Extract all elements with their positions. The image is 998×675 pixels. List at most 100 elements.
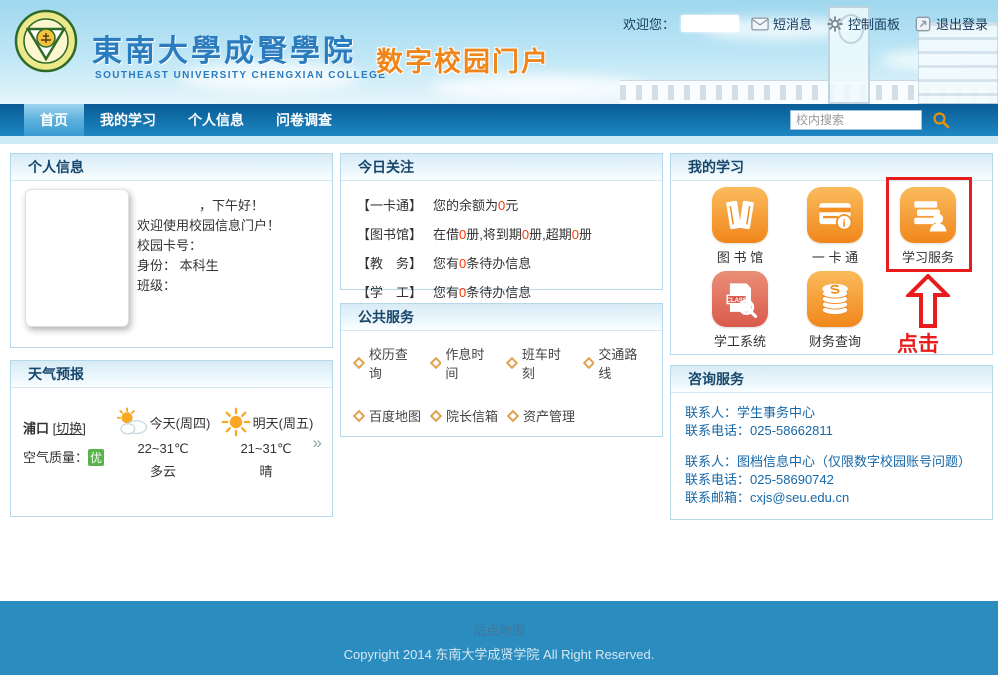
today-focus-tag: 【图书馆】	[357, 224, 433, 243]
weather-desc: 晴	[216, 461, 316, 480]
today-text: 条待办信息	[466, 256, 531, 271]
public-service-label: 交通路线	[598, 344, 650, 382]
study-tile-icon	[900, 187, 956, 243]
today-text: 册	[579, 227, 592, 242]
app-tile-学工系统[interactable]: 学工系统	[699, 271, 781, 350]
city-label: 浦口	[23, 421, 49, 436]
today-focus-row: 【教 务】您有0条待办信息	[357, 253, 646, 272]
building-decoration	[918, 22, 998, 104]
today-text: 您的余额为	[433, 198, 498, 213]
header-action-label: 退出登录	[936, 14, 988, 33]
public-service-label: 资产管理	[523, 406, 575, 425]
class-tile-icon	[712, 271, 768, 327]
card-tile-icon	[807, 187, 863, 243]
app-tile-label: 学工系统	[699, 331, 781, 350]
weather-day-name: 今天(周四)	[150, 413, 211, 432]
consult-contact-groups: 联系人：学生事务中心联系电话：025-58662811 联系人：图档信息中心（仅限…	[671, 393, 992, 506]
weather-panel: 天气预报 浦口 [切换] 空气质量：优 今天(周四)22~31℃多云明天(周五)…	[10, 360, 333, 517]
app-tile-图书馆[interactable]: 图 书 馆	[699, 187, 781, 266]
contact-line: 联系人：图档信息中心（仅限数字校园账号问题）	[685, 454, 978, 470]
weather-more-arrow[interactable]: »	[313, 433, 322, 453]
public-service-label: 院长信箱	[446, 406, 498, 425]
user-bar: 欢迎您： 短消息控制面板 退出登录	[623, 14, 988, 33]
today-text: 元	[505, 198, 518, 213]
public-service-link-作息时间[interactable]: 作息时间	[430, 344, 498, 382]
today-text: 在借	[433, 227, 459, 242]
public-service-link-校历查询[interactable]: 校历查询	[353, 344, 421, 382]
message-icon	[751, 16, 769, 32]
message-button[interactable]: 短消息	[751, 14, 812, 33]
banner: 東南大學成賢學院 SOUTHEAST UNIVERSITY CHENGXIAN …	[0, 0, 998, 104]
nav-tab-我的学习[interactable]: 我的学习	[84, 104, 172, 136]
app-tile-label: 财务查询	[794, 331, 876, 350]
diamond-icon	[507, 410, 519, 422]
public-service-link-百度地图[interactable]: 百度地图	[353, 406, 421, 425]
portal-title: 数字校园门户	[376, 40, 550, 79]
public-service-link-班车时刻[interactable]: 班车时刻	[506, 344, 574, 382]
class-icon	[718, 277, 762, 321]
campus-search	[790, 110, 950, 130]
contact-line: 联系邮箱：cxjs@seu.edu.cn	[685, 490, 978, 506]
contact-group: 联系人：图档信息中心（仅限数字校园账号问题）联系电话：025-58690742联…	[685, 454, 978, 506]
logout-button[interactable]: 退出登录	[914, 14, 988, 33]
public-services-title: 公共服务	[341, 304, 662, 331]
today-focus-rows: 【一卡通】您的余额为0元【图书馆】在借0册,将到期0册,超期0册【教 务】您有0…	[341, 181, 662, 301]
logout-icon	[914, 16, 932, 32]
main-nav: 首页我的学习个人信息问卷调查	[0, 104, 998, 136]
public-service-link-交通路线[interactable]: 交通路线	[583, 344, 651, 382]
copyright-text: Copyright 2014 东南大学成贤学院 All Right Reserv…	[0, 644, 998, 663]
diamond-icon	[583, 357, 595, 369]
today-focus-row: 【学 工】您有0条待办信息	[357, 282, 646, 301]
air-quality-label: 空气质量：	[23, 450, 88, 465]
gear-button[interactable]: 控制面板	[826, 14, 900, 33]
switch-city-link[interactable]: [切换]	[53, 421, 86, 436]
app-tile-财务查询[interactable]: 财务查询	[794, 271, 876, 350]
weather-title: 天气预报	[11, 361, 332, 388]
today-focus-tag: 【学 工】	[357, 282, 433, 301]
today-focus-row: 【一卡通】您的余额为0元	[357, 195, 646, 214]
app-tile-一卡通[interactable]: 一 卡 通	[794, 187, 876, 266]
header-action-label: 短消息	[773, 14, 812, 33]
books-tile-icon	[712, 187, 768, 243]
study-icon	[906, 193, 950, 237]
suncloud-icon	[116, 407, 150, 437]
today-text: 您有	[433, 256, 459, 271]
public-service-label: 百度地图	[369, 406, 421, 425]
today-focus-panel: 今日关注 【一卡通】您的余额为0元【图书馆】在借0册,将到期0册,超期0册【教 …	[340, 153, 663, 290]
today-text: 册,超期	[529, 227, 572, 242]
diamond-icon	[430, 410, 442, 422]
personal-info-lines: 校园卡号：身份： 本科生班级：	[137, 236, 326, 296]
contact-group: 联系人：学生事务中心联系电话：025-58662811	[685, 405, 978, 439]
nav-tab-首页[interactable]: 首页	[24, 104, 84, 136]
personal-info-line: 校园卡号：	[137, 236, 326, 256]
search-icon[interactable]	[932, 111, 950, 129]
card-icon	[813, 193, 857, 237]
weather-temp: 21~31℃	[216, 441, 316, 457]
welcome-label: 欢迎您：	[623, 14, 675, 33]
nav-tab-问卷调查[interactable]: 问卷调查	[260, 104, 348, 136]
today-focus-tag: 【教 务】	[357, 253, 433, 272]
welcome-line: 欢迎使用校园信息门户！	[137, 216, 326, 236]
weather-day: 今天(周四)22~31℃多云	[113, 407, 213, 480]
footer: 站点地图 Copyright 2014 东南大学成贤学院 All Right R…	[0, 601, 998, 675]
weather-day-name-row: 今天(周四)	[113, 407, 213, 437]
sitemap-link[interactable]: 站点地图	[473, 620, 525, 639]
today-text: 您有	[433, 285, 459, 300]
public-service-label: 作息时间	[445, 344, 497, 382]
search-input[interactable]	[790, 110, 922, 130]
diamond-icon	[353, 410, 365, 422]
app-tile-学习服务[interactable]: 学习服务	[887, 187, 969, 266]
weather-day-name-row: 明天(周五)	[216, 407, 316, 437]
sun-icon	[219, 407, 253, 437]
public-service-link-资产管理[interactable]: 资产管理	[507, 406, 575, 425]
weather-day: 明天(周五) 21~31℃ 晴	[216, 407, 316, 480]
personal-info-title: 个人信息	[11, 154, 332, 181]
weather-day-name: 明天(周五)	[253, 413, 314, 432]
public-services-links: 校历查询作息时间班车时刻交通路线百度地图 院长信箱 资产管理	[341, 331, 662, 425]
college-name-en: SOUTHEAST UNIVERSITY CHENGXIAN COLLEGE	[95, 70, 386, 81]
today-text: 册,将到期	[466, 227, 522, 242]
gear-icon	[826, 16, 844, 32]
public-service-link-院长信箱[interactable]: 院长信箱	[430, 406, 498, 425]
nav-tab-个人信息[interactable]: 个人信息	[172, 104, 260, 136]
public-services-row: 校历查询作息时间班车时刻交通路线	[353, 344, 650, 382]
